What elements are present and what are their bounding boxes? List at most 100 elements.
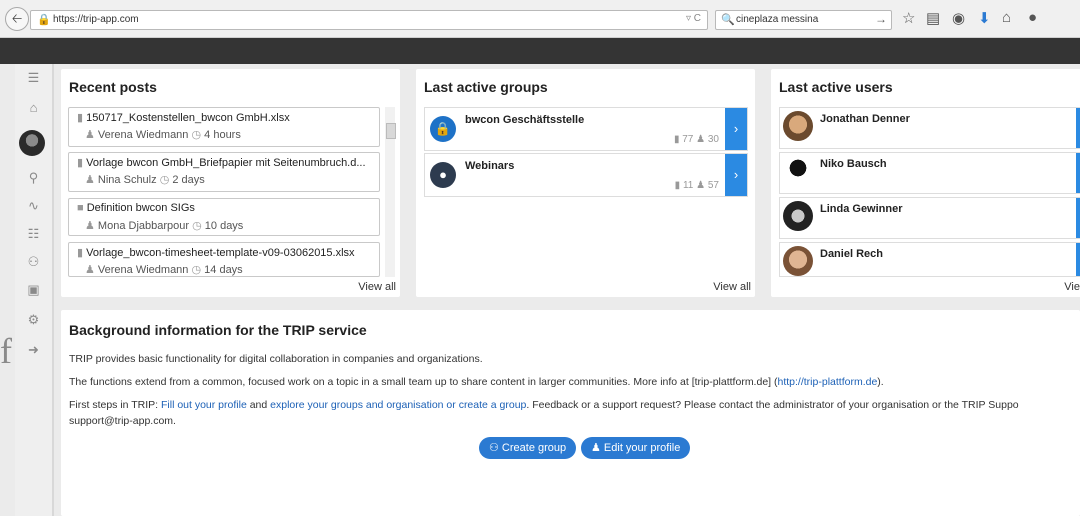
intro-text: TRIP provides basic functionality for di…	[69, 353, 483, 365]
globe-icon: ●	[430, 162, 456, 188]
go-arrow-icon[interactable]: →	[875, 12, 887, 26]
avatar[interactable]	[19, 130, 45, 156]
post-item[interactable]: ▮ 150717_Kostenstellen_bwcon GmbH.xlsx ♟…	[68, 107, 380, 147]
chat-icon[interactable]: ●	[1028, 9, 1037, 26]
view-all-users-link[interactable]: Vie	[1064, 281, 1080, 293]
view-all-groups-link[interactable]: View all	[713, 281, 751, 293]
group-name: bwcon Geschäftsstelle	[465, 114, 585, 126]
post-title: Vorlage bwcon GmbH_Briefpapier mit Seite…	[86, 157, 366, 169]
address-bar[interactable]: 🔒 https://trip-app.com ▿ C	[30, 10, 708, 30]
recent-posts-panel: Recent posts ▮ 150717_Kostenstellen_bwco…	[61, 69, 400, 297]
post-item[interactable]: ▮ Vorlage_bwcon-timesheet-template-v09-0…	[68, 242, 380, 277]
chevron-right-icon[interactable]: ›	[1076, 198, 1080, 238]
user-item[interactable]: Jonathan Denner ›	[779, 107, 1080, 149]
url-text: https://trip-app.com	[53, 14, 139, 25]
menu-icon[interactable]: ☰	[15, 70, 52, 86]
post-item[interactable]: ■ Definition bwcon SIGs ♟ Mona Djabbarpo…	[68, 198, 380, 236]
users-icon: ⚇	[489, 442, 502, 454]
post-title: Definition bwcon SIGs	[86, 202, 195, 214]
download-icon[interactable]: ⬇	[978, 9, 991, 27]
post-author: Nina Schulz	[97, 174, 157, 186]
groups-panel: Last active groups 🔒 bwcon Geschäftsstel…	[416, 69, 755, 297]
clipboard-icon[interactable]: ▤	[926, 9, 940, 27]
fill-profile-link[interactable]: Fill out your profile	[161, 399, 247, 411]
users-icon[interactable]: ⚇	[15, 254, 52, 270]
clock-icon: ◷	[159, 174, 170, 186]
panel-title: Last active groups	[424, 79, 548, 95]
user-icon: ♟	[591, 442, 604, 454]
user-name: Niko Bausch	[820, 158, 887, 170]
explore-groups-link[interactable]: explore your groups and organisation or …	[270, 399, 526, 411]
support-email[interactable]: support@trip-app.com.	[69, 415, 176, 427]
search-icon[interactable]: ⚲	[15, 170, 52, 186]
sitemap-icon[interactable]: ☷	[15, 226, 52, 242]
browser-search-value: cineplaza messina	[736, 14, 819, 25]
chevron-right-icon[interactable]: ›	[1076, 108, 1080, 148]
create-group-button[interactable]: ⚇ Create group	[479, 437, 577, 459]
chevron-right-icon[interactable]: ›	[725, 154, 747, 196]
view-all-posts-link[interactable]: View all	[358, 281, 396, 293]
post-title: Vorlage_bwcon-timesheet-template-v09-030…	[86, 247, 355, 259]
file-icon: ▮	[77, 112, 87, 124]
functions-text: The functions extend from a common, focu…	[69, 376, 884, 388]
group-item[interactable]: ● Webinars ▮ 11 ♟ 57 ›	[424, 153, 748, 197]
chevron-right-icon[interactable]: ›	[725, 108, 747, 150]
clock-icon: ◷	[191, 129, 202, 141]
comment-icon: ■	[77, 202, 87, 214]
home-icon[interactable]: ⌂	[1002, 9, 1011, 26]
user-name: Jonathan Denner	[820, 113, 910, 125]
pocket-icon[interactable]: ◉	[952, 9, 965, 27]
group-item[interactable]: 🔒 bwcon Geschäftsstelle ▮ 77 ♟ 30 ›	[424, 107, 748, 151]
trip-plattform-link[interactable]: http://trip-plattform.de	[778, 376, 878, 388]
reload-icon[interactable]: ▿ C	[686, 13, 701, 24]
cube-icon[interactable]: ▣	[15, 282, 52, 298]
logout-icon[interactable]: ➜	[15, 342, 52, 358]
post-author: Verena Wiedmann	[97, 264, 189, 276]
chevron-right-icon[interactable]: ›	[1076, 243, 1080, 276]
user-icon: ♟	[85, 264, 98, 276]
gear-icon[interactable]: ⚙	[15, 312, 52, 328]
app-header	[0, 38, 1080, 64]
background-info-panel: Background information for the TRIP serv…	[61, 310, 1080, 516]
post-time: 4 hours	[204, 129, 241, 141]
file-icon: ▮	[77, 157, 87, 169]
back-icon[interactable]: 🡠	[5, 7, 29, 31]
home-icon[interactable]: ⌂	[15, 100, 52, 115]
posts-scrollbar[interactable]	[385, 107, 396, 277]
user-icon: ♟	[85, 220, 98, 232]
post-time: 2 days	[172, 174, 205, 186]
avatar	[783, 246, 813, 276]
section-title: Background information for the TRIP serv…	[69, 322, 367, 338]
user-item[interactable]: Daniel Rech ›	[779, 242, 1080, 277]
user-item[interactable]: Niko Bausch ›	[779, 152, 1080, 194]
stray-glyph: f	[0, 331, 12, 371]
browser-toolbar: 🡠 🔒 https://trip-app.com ▿ C 🔍 cineplaza…	[0, 0, 1080, 38]
rss-icon[interactable]: ∿	[15, 198, 52, 214]
edit-profile-button[interactable]: ♟ Edit your profile	[581, 437, 691, 459]
post-time: 10 days	[204, 220, 244, 232]
first-steps-text: First steps in TRIP: Fill out your profi…	[69, 399, 1019, 411]
group-name: Webinars	[465, 160, 515, 172]
star-icon[interactable]: ☆	[902, 9, 915, 27]
users-panel: Last active users Jonathan Denner › Niko…	[771, 69, 1080, 297]
lock-icon: 🔒	[37, 14, 51, 26]
avatar	[783, 156, 813, 186]
post-time: 14 days	[204, 264, 243, 276]
user-icon: ♟	[85, 174, 98, 186]
scroll-thumb[interactable]	[386, 123, 396, 139]
search-icon: 🔍	[721, 14, 735, 26]
post-item[interactable]: ▮ Vorlage bwcon GmbH_Briefpapier mit Sei…	[68, 152, 380, 192]
browser-search-box[interactable]: 🔍 cineplaza messina →	[715, 10, 892, 30]
panel-title: Recent posts	[69, 79, 157, 95]
avatar	[783, 201, 813, 231]
sidebar: ☰ ⌂ ⚲ ∿ ☷ ⚇ ▣ ⚙ ➜	[15, 64, 54, 516]
user-icon: ♟	[85, 129, 98, 141]
group-stats: ▮ 77 ♟ 30	[673, 134, 719, 145]
group-stats: ▮ 11 ♟ 57	[674, 180, 719, 191]
clock-icon: ◷	[191, 264, 202, 276]
chevron-right-icon[interactable]: ›	[1076, 153, 1080, 193]
user-item[interactable]: Linda Gewinner ›	[779, 197, 1080, 239]
user-name: Linda Gewinner	[820, 203, 903, 215]
clock-icon: ◷	[192, 220, 202, 232]
post-author: Mona Djabbarpour	[97, 220, 190, 232]
